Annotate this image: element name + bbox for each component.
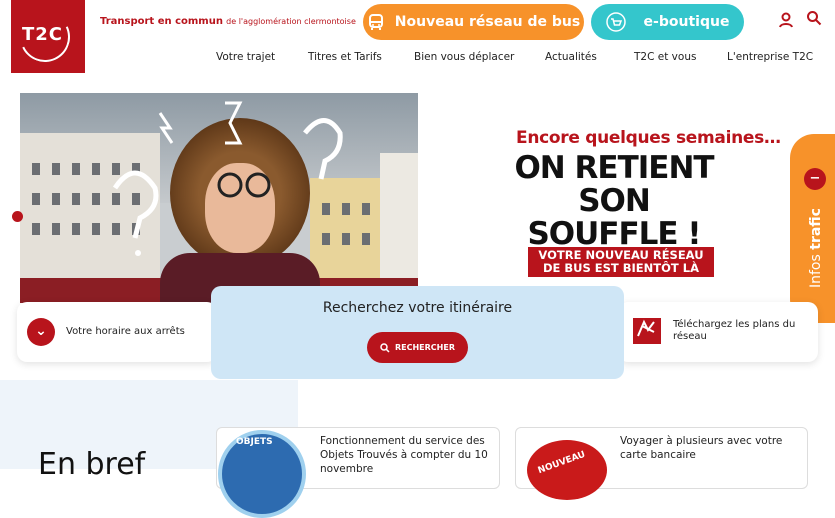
e-boutique-button[interactable]: e-boutique bbox=[591, 4, 744, 40]
search-button[interactable]: RECHERCHER bbox=[367, 332, 468, 363]
chevron-down-icon: ⌄ bbox=[27, 318, 55, 346]
nav-entreprise-t2c[interactable]: L'entreprise T2C bbox=[727, 51, 813, 63]
bus-icon bbox=[368, 14, 383, 30]
promo-banner: VOTRE NOUVEAU RÉSEAU DE BUS EST BIENTÔT … bbox=[528, 247, 714, 277]
e-boutique-label: e-boutique bbox=[643, 14, 730, 30]
search-icon bbox=[380, 342, 390, 353]
infos-trafic-label-b: trafic bbox=[808, 208, 824, 250]
alert-icon: − bbox=[804, 168, 826, 190]
search-icon[interactable] bbox=[806, 10, 822, 31]
en-bref-heading: En bref bbox=[38, 447, 146, 482]
promo-line3: SON SOUFFLE ! bbox=[527, 183, 701, 252]
new-bus-network-button[interactable]: Nouveau réseau de bus bbox=[363, 4, 584, 40]
new-bus-network-label: Nouveau réseau de bus bbox=[394, 14, 581, 30]
nav-votre-trajet[interactable]: Votre trajet bbox=[216, 51, 275, 63]
tagline-main: Transport en commun bbox=[100, 16, 223, 27]
tagline: Transport en commun de l'agglomération c… bbox=[100, 16, 356, 27]
user-icon[interactable] bbox=[778, 12, 794, 33]
promo-line2: ON RETIENT bbox=[514, 150, 714, 186]
logo-text: T2C bbox=[22, 24, 64, 45]
plans-card-label: Téléchargez les plans du réseau bbox=[673, 319, 796, 342]
promo-headline: ON RETIENT SON SOUFFLE ! bbox=[500, 152, 728, 251]
nav-bien-vous-deplacer[interactable]: Bien vous déplacer bbox=[414, 51, 514, 63]
promo-line1: Encore quelques semaines… bbox=[516, 128, 781, 148]
promo-line5: DE BUS EST BIENTÔT LÀ bbox=[542, 261, 699, 275]
nav-actualites[interactable]: Actualités bbox=[545, 51, 597, 63]
news-carte-bancaire-text: Voyager à plusieurs avec votre carte ban… bbox=[620, 435, 783, 461]
infos-trafic-label: Infos trafic bbox=[808, 204, 824, 292]
itinerary-search-title: Recherchez votre itinéraire bbox=[322, 300, 513, 316]
cart-icon bbox=[605, 12, 626, 32]
infos-trafic-label-a: Infos bbox=[808, 254, 824, 288]
objets-badge-text: OBJETS bbox=[236, 437, 273, 447]
tagline-sub: de l'agglomération clermontoise bbox=[226, 17, 356, 26]
hero-image[interactable] bbox=[20, 93, 418, 303]
map-icon bbox=[633, 318, 661, 344]
horaire-card-label: Votre horaire aux arrêts bbox=[66, 326, 185, 337]
carousel-dot[interactable] bbox=[12, 211, 23, 222]
search-button-label: RECHERCHER bbox=[394, 343, 455, 352]
nav-t2c-et-vous[interactable]: T2C et vous bbox=[634, 51, 696, 63]
news-objets-trouves-text: Fonctionnement du service des Objets Tro… bbox=[320, 435, 488, 475]
nav-titres-tarifs[interactable]: Titres et Tarifs bbox=[308, 51, 382, 63]
